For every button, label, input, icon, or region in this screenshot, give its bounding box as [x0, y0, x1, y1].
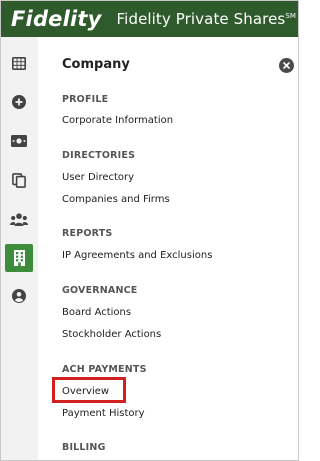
menu-link-ip-agreements[interactable]: IP Agreements and Exclusions: [62, 250, 212, 261]
service-mark: SM: [285, 12, 297, 20]
rail-button-people[interactable]: [5, 205, 33, 233]
rail-button-grid[interactable]: [5, 49, 33, 77]
menu-link-corporate-information[interactable]: Corporate Information: [62, 115, 173, 126]
rail-button-account[interactable]: [5, 282, 33, 310]
fidelity-logo[interactable]: Fidelity: [11, 7, 102, 31]
section-heading-profile: PROFILE: [62, 94, 109, 105]
section-heading-reports: REPORTS: [62, 228, 113, 239]
product-name: Fidelity Private SharesSM: [117, 10, 296, 28]
building-icon: [13, 250, 25, 266]
section-heading-billing: BILLING: [62, 442, 106, 453]
rail-button-add[interactable]: [5, 88, 33, 116]
menu-link-payment-history[interactable]: Payment History: [62, 408, 145, 419]
menu-link-stockholder-actions[interactable]: Stockholder Actions: [62, 329, 161, 340]
copy-documents-icon: [12, 172, 26, 188]
menu-link-board-actions[interactable]: Board Actions: [62, 307, 131, 318]
section-heading-ach-payments: ACH PAYMENTS: [62, 364, 147, 375]
people-group-icon: [10, 212, 28, 226]
money-icon: [11, 135, 27, 147]
app-header: Fidelity Fidelity Private SharesSM: [1, 1, 298, 37]
close-button[interactable]: [279, 58, 294, 73]
rail-button-money[interactable]: [5, 127, 33, 155]
rail-button-documents[interactable]: [5, 166, 33, 194]
app-frame: Fidelity Fidelity Private SharesSM Compa…: [0, 0, 299, 461]
product-name-text: Fidelity Private Shares: [116, 10, 286, 28]
section-heading-governance: GOVERNANCE: [62, 285, 138, 296]
icon-rail: [1, 37, 38, 460]
user-circle-icon: [12, 289, 26, 303]
overview-highlight-box: [52, 377, 126, 403]
menu-link-user-directory[interactable]: User Directory: [62, 172, 134, 183]
grid-icon: [12, 56, 26, 70]
close-icon: [283, 62, 290, 69]
add-circle-icon: [12, 95, 26, 109]
menu-link-companies-and-firms[interactable]: Companies and Firms: [62, 194, 170, 205]
panel-title: Company: [62, 57, 130, 72]
rail-button-company[interactable]: [5, 244, 33, 272]
section-heading-directories: DIRECTORIES: [62, 150, 136, 161]
